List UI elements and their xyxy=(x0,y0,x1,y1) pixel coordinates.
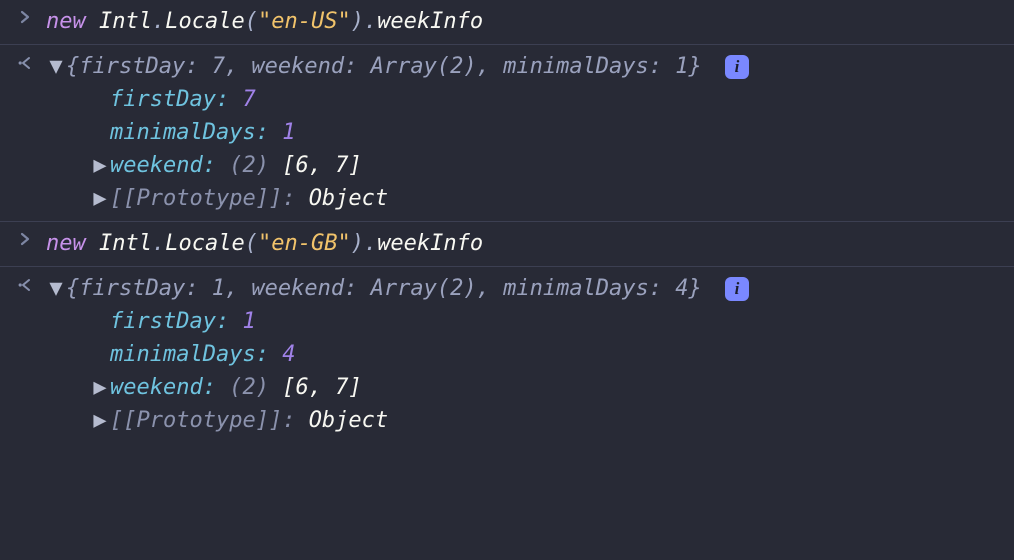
prop-key: minimalDays xyxy=(110,120,256,145)
output-return-icon xyxy=(4,273,46,293)
console-input-row: new Intl.Locale("en-GB").weekInfo xyxy=(0,222,1014,267)
expand-toggle-icon[interactable]: ▶ xyxy=(90,371,110,404)
object-property[interactable]: ▶weekend: (2) [6, 7] xyxy=(46,371,1006,404)
object-property[interactable]: minimalDays: 1 xyxy=(46,116,1006,149)
prop-key: firstDay xyxy=(110,87,216,112)
identifier: Locale xyxy=(165,231,244,256)
identifier: Intl xyxy=(99,9,152,34)
prop-value: Object xyxy=(309,186,388,211)
object-property[interactable]: ▶weekend: (2) [6, 7] xyxy=(46,149,1006,182)
object-property[interactable]: minimalDays: 4 xyxy=(46,338,1006,371)
identifier: Locale xyxy=(165,9,244,34)
object-summary: {firstDay: 7, weekend: Array(2), minimal… xyxy=(66,54,702,79)
prop-value: 1 xyxy=(242,309,255,334)
expand-toggle-icon[interactable]: ▼ xyxy=(46,51,66,83)
prop-value: 1 xyxy=(282,120,295,145)
identifier: weekInfo xyxy=(377,231,483,256)
prop-key: minimalDays xyxy=(110,342,256,367)
output-return-icon xyxy=(4,51,46,71)
prop-value: 4 xyxy=(282,342,295,367)
prop-value: 7 xyxy=(242,87,255,112)
keyword-new: new xyxy=(46,9,86,34)
console-input-code[interactable]: new Intl.Locale("en-GB").weekInfo xyxy=(46,228,1006,260)
string-literal: "en-GB" xyxy=(258,231,351,256)
prop-key: [[Prototype]] xyxy=(110,408,282,433)
info-icon[interactable]: i xyxy=(725,277,749,301)
keyword-new: new xyxy=(46,231,86,256)
array-preview: [6, 7] xyxy=(282,375,361,400)
console-input-code[interactable]: new Intl.Locale("en-US").weekInfo xyxy=(46,6,1006,38)
prop-key: firstDay xyxy=(110,309,216,334)
expand-toggle-icon[interactable]: ▶ xyxy=(90,404,110,437)
console-output-row: ▼{firstDay: 1, weekend: Array(2), minima… xyxy=(0,267,1014,443)
expand-toggle-icon[interactable]: ▶ xyxy=(90,149,110,182)
array-preview: [6, 7] xyxy=(282,153,361,178)
array-length: (2) xyxy=(229,153,269,178)
prop-key: [[Prototype]] xyxy=(110,186,282,211)
object-summary-line[interactable]: ▼{firstDay: 1, weekend: Array(2), minima… xyxy=(46,273,1006,305)
object-property[interactable]: firstDay: 1 xyxy=(46,305,1006,338)
console-output-row: ▼{firstDay: 7, weekend: Array(2), minima… xyxy=(0,45,1014,222)
object-summary: {firstDay: 1, weekend: Array(2), minimal… xyxy=(66,276,702,301)
array-length: (2) xyxy=(229,375,269,400)
prop-key: weekend xyxy=(110,375,203,400)
identifier: Intl xyxy=(99,231,152,256)
object-property[interactable]: ▶[[Prototype]]: Object xyxy=(46,182,1006,215)
prop-value: Object xyxy=(309,408,388,433)
expand-toggle-icon[interactable]: ▶ xyxy=(90,182,110,215)
string-literal: "en-US" xyxy=(258,9,351,34)
object-property[interactable]: firstDay: 7 xyxy=(46,83,1006,116)
object-summary-line[interactable]: ▼{firstDay: 7, weekend: Array(2), minima… xyxy=(46,51,1006,83)
prop-key: weekend xyxy=(110,153,203,178)
console-input-row: new Intl.Locale("en-US").weekInfo xyxy=(0,0,1014,45)
identifier: weekInfo xyxy=(377,9,483,34)
expand-toggle-icon[interactable]: ▼ xyxy=(46,273,66,305)
info-icon[interactable]: i xyxy=(725,55,749,79)
input-chevron-icon xyxy=(4,228,46,246)
input-chevron-icon xyxy=(4,6,46,24)
object-property[interactable]: ▶[[Prototype]]: Object xyxy=(46,404,1006,437)
